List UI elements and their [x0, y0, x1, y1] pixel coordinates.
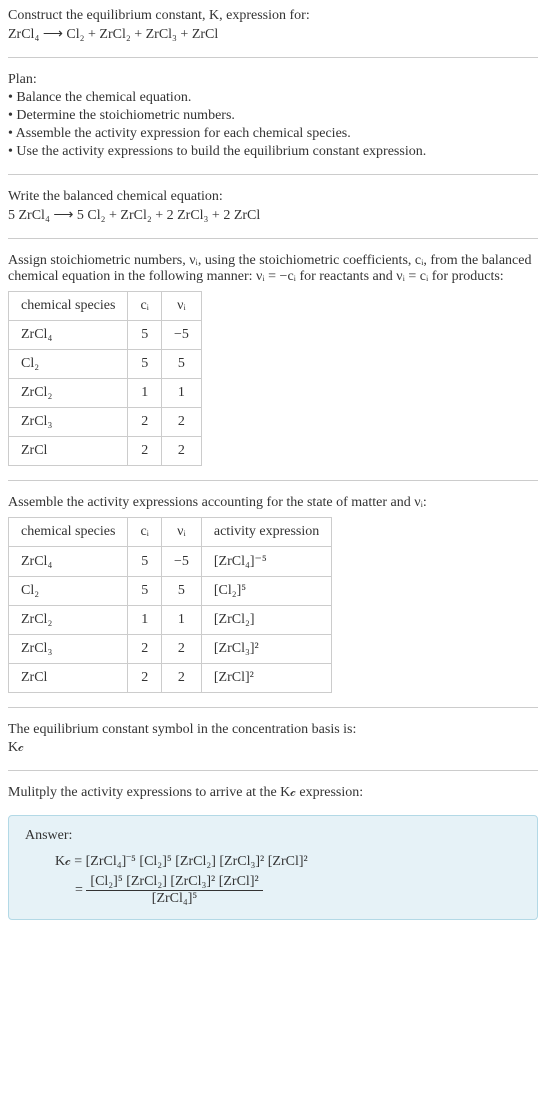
cell-ci: 2 [128, 408, 162, 437]
cell-species: ZrCl₂ [9, 606, 128, 635]
divider [8, 238, 538, 239]
cell-species: ZrCl₃ [9, 635, 128, 664]
cell-vi: 5 [161, 350, 201, 379]
cell-vi: 2 [161, 664, 201, 693]
balanced-equation: 5 ZrCl₄ ⟶ 5 Cl₂ + ZrCl₂ + 2 ZrCl₃ + 2 Zr… [8, 207, 538, 224]
symbol-line1: The equilibrium constant symbol in the c… [8, 722, 538, 738]
denominator: [ZrCl₄]⁵ [86, 891, 262, 907]
cell-expr: [ZrCl₃]² [201, 635, 331, 664]
table-header-row: chemical species cᵢ νᵢ [9, 292, 202, 321]
cell-ci: 1 [128, 379, 162, 408]
multiply-header: Mulitply the activity expressions to arr… [8, 785, 538, 801]
table-row: ZrCl₂ 1 1 [9, 379, 202, 408]
th-vi: νᵢ [161, 518, 201, 547]
answer-line2: = [Cl₂]⁵ [ZrCl₂] [ZrCl₃]² [ZrCl]² [ZrCl₄… [75, 874, 521, 907]
cell-ci: 2 [128, 664, 162, 693]
cell-vi: −5 [161, 321, 201, 350]
plan-step4: • Use the activity expressions to build … [8, 144, 538, 160]
stoich-header: Assign stoichiometric numbers, νᵢ, using… [8, 253, 538, 285]
cell-vi: 1 [161, 606, 201, 635]
fraction: [Cl₂]⁵ [ZrCl₂] [ZrCl₃]² [ZrCl]² [ZrCl₄]⁵ [86, 874, 262, 907]
cell-expr: [Cl₂]⁵ [201, 577, 331, 606]
divider [8, 770, 538, 771]
cell-expr: [ZrCl₄]⁻⁵ [201, 547, 331, 577]
intro-line1: Construct the equilibrium constant, K, e… [8, 8, 538, 24]
cell-species: ZrCl₄ [9, 321, 128, 350]
cell-vi: 5 [161, 577, 201, 606]
table-row: ZrCl₄ 5 −5 [ZrCl₄]⁻⁵ [9, 547, 332, 577]
cell-ci: 5 [128, 577, 162, 606]
table-row: ZrCl₂ 1 1 [ZrCl₂] [9, 606, 332, 635]
cell-vi: 1 [161, 379, 201, 408]
cell-expr: [ZrCl₂] [201, 606, 331, 635]
divider [8, 480, 538, 481]
cell-vi: 2 [161, 437, 201, 466]
table-row: ZrCl 2 2 [9, 437, 202, 466]
plan-step1: • Balance the chemical equation. [8, 90, 538, 106]
multiply-section: Mulitply the activity expressions to arr… [8, 785, 538, 801]
cell-species: ZrCl [9, 437, 128, 466]
divider [8, 707, 538, 708]
cell-species: ZrCl₄ [9, 547, 128, 577]
table-header-row: chemical species cᵢ νᵢ activity expressi… [9, 518, 332, 547]
table-row: Cl₂ 5 5 [9, 350, 202, 379]
cell-species: ZrCl₃ [9, 408, 128, 437]
cell-vi: 2 [161, 635, 201, 664]
cell-species: ZrCl₂ [9, 379, 128, 408]
cell-ci: 1 [128, 606, 162, 635]
activity-header: Assemble the activity expressions accoun… [8, 495, 538, 511]
divider [8, 57, 538, 58]
th-ci: cᵢ [128, 292, 162, 321]
stoich-table: chemical species cᵢ νᵢ ZrCl₄ 5 −5 Cl₂ 5 … [8, 291, 202, 466]
cell-species: ZrCl [9, 664, 128, 693]
answer-box: Answer: K𝒸 = [ZrCl₄]⁻⁵ [Cl₂]⁵ [ZrCl₂] [Z… [8, 815, 538, 920]
table-row: ZrCl 2 2 [ZrCl]² [9, 664, 332, 693]
intro-section: Construct the equilibrium constant, K, e… [8, 8, 538, 43]
symbol-section: The equilibrium constant symbol in the c… [8, 722, 538, 756]
cell-expr: [ZrCl]² [201, 664, 331, 693]
eq-sign: = [75, 883, 86, 898]
th-expr: activity expression [201, 518, 331, 547]
table-row: Cl₂ 5 5 [Cl₂]⁵ [9, 577, 332, 606]
table-row: ZrCl₄ 5 −5 [9, 321, 202, 350]
cell-ci: 2 [128, 635, 162, 664]
plan-step2: • Determine the stoichiometric numbers. [8, 108, 538, 124]
stoich-section: Assign stoichiometric numbers, νᵢ, using… [8, 253, 538, 466]
table-row: ZrCl₃ 2 2 [9, 408, 202, 437]
cell-ci: 5 [128, 350, 162, 379]
th-ci: cᵢ [128, 518, 162, 547]
intro-equation: ZrCl₄ ⟶ Cl₂ + ZrCl₂ + ZrCl₃ + ZrCl [8, 26, 538, 43]
cell-species: Cl₂ [9, 350, 128, 379]
table-row: ZrCl₃ 2 2 [ZrCl₃]² [9, 635, 332, 664]
cell-vi: −5 [161, 547, 201, 577]
th-species: chemical species [9, 292, 128, 321]
plan-section: Plan: • Balance the chemical equation. •… [8, 72, 538, 160]
th-species: chemical species [9, 518, 128, 547]
plan-header: Plan: [8, 72, 538, 88]
th-vi: νᵢ [161, 292, 201, 321]
plan-step3: • Assemble the activity expression for e… [8, 126, 538, 142]
numerator: [Cl₂]⁵ [ZrCl₂] [ZrCl₃]² [ZrCl]² [86, 874, 262, 891]
activity-section: Assemble the activity expressions accoun… [8, 495, 538, 693]
answer-line1: K𝒸 = [ZrCl₄]⁻⁵ [Cl₂]⁵ [ZrCl₂] [ZrCl₃]² [… [55, 854, 521, 870]
symbol-line2: K𝒸 [8, 740, 538, 756]
cell-species: Cl₂ [9, 577, 128, 606]
cell-ci: 2 [128, 437, 162, 466]
balanced-header: Write the balanced chemical equation: [8, 189, 538, 205]
answer-formula: K𝒸 = [ZrCl₄]⁻⁵ [Cl₂]⁵ [ZrCl₂] [ZrCl₃]² [… [55, 854, 521, 907]
answer-label: Answer: [25, 828, 521, 844]
cell-ci: 5 [128, 321, 162, 350]
cell-ci: 5 [128, 547, 162, 577]
cell-vi: 2 [161, 408, 201, 437]
divider [8, 174, 538, 175]
activity-table: chemical species cᵢ νᵢ activity expressi… [8, 517, 332, 693]
balanced-section: Write the balanced chemical equation: 5 … [8, 189, 538, 224]
